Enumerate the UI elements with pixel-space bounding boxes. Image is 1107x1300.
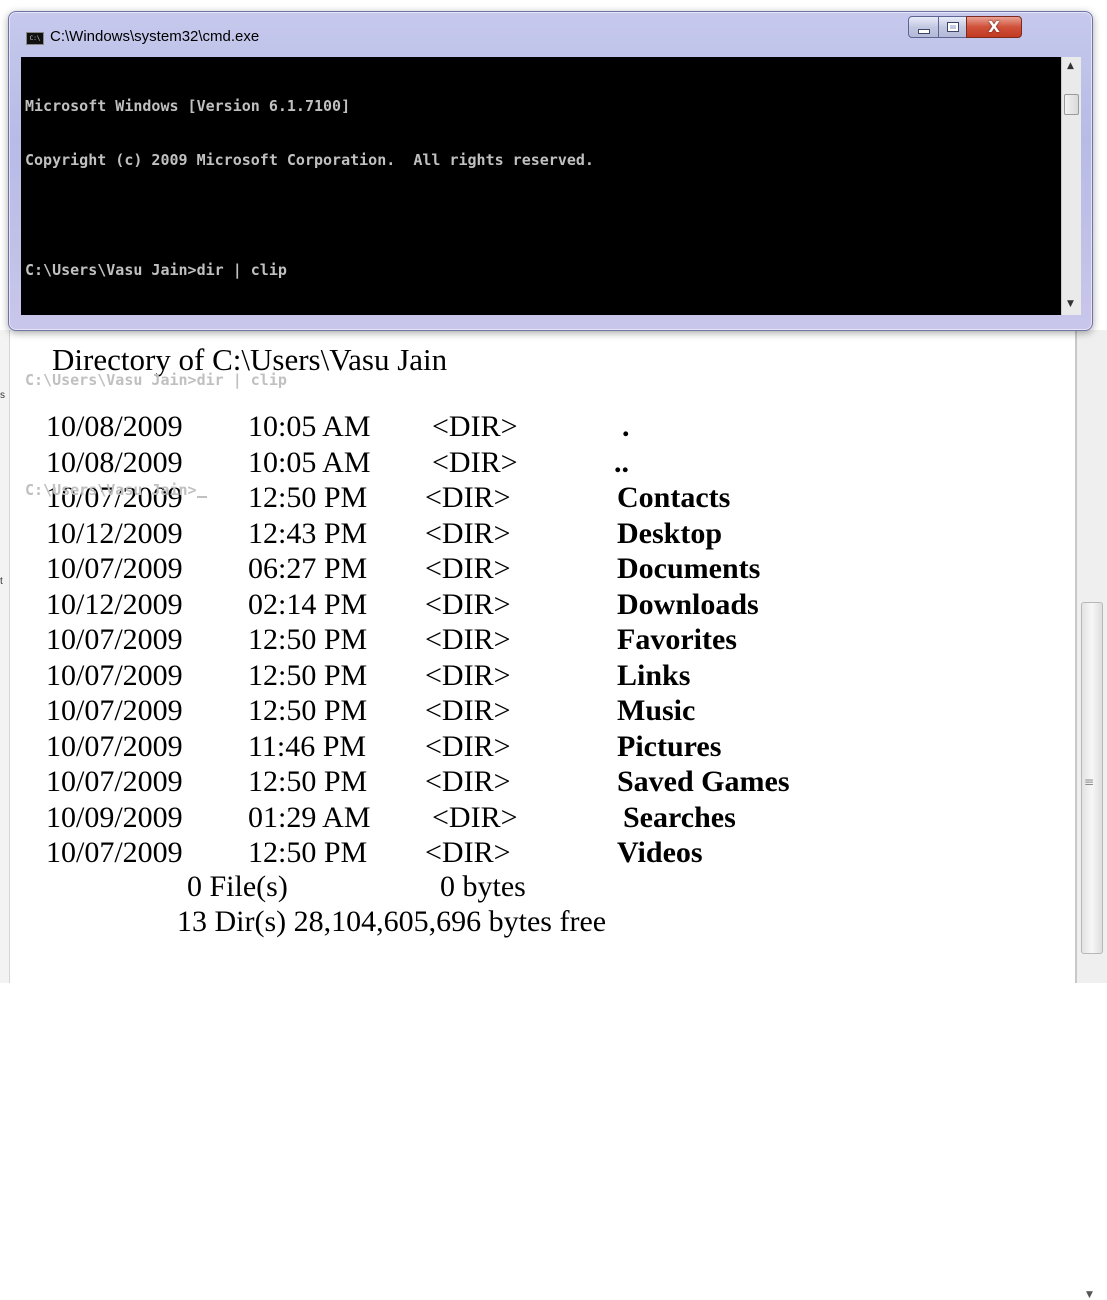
entry-name: Desktop [617, 516, 723, 550]
entry-type: <DIR> [425, 623, 511, 656]
entry-type: <DIR> [425, 658, 511, 692]
files-bytes: 0 bytes [440, 870, 526, 903]
entry-name: Searches [623, 800, 736, 834]
console-prompt-line[interactable]: C:\Users\Vasu Jain> [25, 481, 594, 499]
entry-name: Links [617, 658, 691, 692]
entry-date: 10/07/2009 [46, 552, 183, 585]
entry-name: Pictures [617, 729, 722, 763]
document-left-edge: s t [0, 330, 10, 983]
entry-time: 12:50 PM [248, 623, 368, 656]
console-line: C:\Users\Vasu Jain>dir | clip [25, 261, 287, 279]
entry-time: 06:27 PM [248, 552, 368, 585]
cmd-window-title: C:\Windows\system32\cmd.exe [50, 28, 260, 45]
maximize-icon [946, 22, 959, 32]
console-line: C:\Users\Vasu Jain>dir | clip [25, 371, 287, 389]
entry-name: Music [617, 694, 696, 727]
files-count: 0 File(s) [187, 870, 288, 903]
entry-date: 10/07/2009 [46, 658, 183, 692]
entry-date: 10/12/2009 [46, 587, 183, 621]
entry-name: Saved Games [617, 765, 790, 798]
cmd-window[interactable]: C:\ C:\Windows\system32\cmd.exe X Micros… [8, 11, 1093, 499]
entry-name: . [622, 410, 630, 443]
cmd-titlebar[interactable]: C:\ C:\Windows\system32\cmd.exe X [9, 12, 1092, 56]
entry-name: Contacts [617, 481, 731, 514]
entry-date: 10/07/2009 [46, 694, 183, 727]
entry-time: 12:50 PM [248, 836, 368, 869]
entry-type: <DIR> [425, 729, 511, 763]
cmd-app-icon: C:\ [26, 32, 44, 45]
entry-date: 10/07/2009 [46, 765, 183, 798]
cmd-scrollbar[interactable]: ▲ ▼ [1061, 57, 1081, 315]
minimize-button[interactable] [908, 16, 939, 38]
entry-type: <DIR> [425, 587, 511, 621]
dirs-summary: 13 Dir(s) 28,104,605,696 bytes free [177, 905, 607, 938]
minimize-icon [917, 28, 930, 34]
entry-type: <DIR> [432, 800, 518, 834]
entry-time: 01:29 AM [248, 800, 371, 834]
scroll-down-icon[interactable]: ▼ [1086, 1290, 1093, 1300]
scrollbar-grip-icon: ≡ [1084, 775, 1095, 789]
entry-type: <DIR> [425, 836, 511, 869]
console-line: Copyright (c) 2009 Microsoft Corporation… [25, 151, 594, 169]
close-button[interactable]: X [966, 16, 1022, 38]
entry-time: 12:50 PM [248, 694, 368, 727]
entry-date: 10/07/2009 [46, 729, 183, 763]
scroll-up-icon[interactable]: ▲ [1067, 61, 1074, 71]
entry-type: <DIR> [425, 694, 511, 727]
entry-name: Documents [617, 552, 761, 585]
scroll-down-icon[interactable]: ▼ [1067, 299, 1074, 309]
close-icon: X [988, 18, 1000, 36]
entry-date: 10/09/2009 [46, 800, 183, 834]
entry-name: .. [614, 445, 629, 479]
entry-name: Favorites [617, 623, 737, 656]
entry-time: 12:50 PM [248, 658, 368, 692]
entry-type: <DIR> [425, 552, 511, 585]
entry-time: 02:14 PM [248, 587, 368, 621]
entry-name: Downloads [617, 587, 759, 621]
entry-date: 10/07/2009 [46, 836, 183, 869]
maximize-button[interactable] [938, 16, 967, 38]
left-edge-fragment: s [0, 390, 5, 401]
entry-time: 11:46 PM [248, 729, 367, 763]
console-prompt: C:\Users\Vasu Jain> [25, 481, 197, 499]
entry-type: <DIR> [425, 765, 511, 798]
left-edge-fragment: t [0, 576, 3, 587]
cmd-scrollbar-thumb[interactable] [1064, 94, 1079, 115]
console-line: Microsoft Windows [Version 6.1.7100] [25, 97, 351, 115]
entry-name: Videos [617, 836, 703, 869]
cmd-console[interactable]: Microsoft Windows [Version 6.1.7100] Cop… [21, 57, 1061, 499]
entry-date: 10/07/2009 [46, 623, 183, 656]
text-cursor [196, 496, 207, 498]
document-scrollbar[interactable]: ≡ ▼ [1077, 330, 1107, 1300]
entry-time: 12:50 PM [248, 765, 368, 798]
console-output: Microsoft Windows [Version 6.1.7100] Cop… [25, 61, 594, 535]
